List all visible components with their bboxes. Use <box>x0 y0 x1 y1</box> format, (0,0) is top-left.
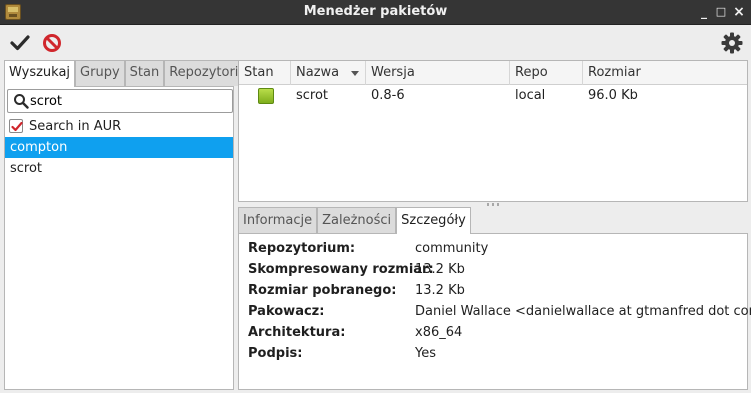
search-in-aur-option[interactable]: Search in AUR <box>9 117 121 135</box>
search-panel: Wyszukaj Grupy Stan Repozytoria Search i… <box>4 60 252 390</box>
detail-label: Skompresowany rozmiar: <box>248 262 434 277</box>
tab-search[interactable]: Wyszukaj <box>4 60 76 87</box>
cell-repo: local <box>515 88 546 103</box>
column-header-name[interactable]: Nazwa <box>291 61 366 85</box>
detail-value: 13.2 Kb <box>415 262 465 277</box>
list-item[interactable]: scrot <box>5 158 233 179</box>
column-header-repo[interactable]: Repo <box>510 61 583 85</box>
gear-icon <box>721 32 743 54</box>
cell-size: 96.0 Kb <box>588 88 638 103</box>
search-input[interactable] <box>30 92 228 110</box>
search-icon <box>14 94 29 109</box>
packages-table: Stan Nazwa Wersja Repo Rozmiar scrot 0.8… <box>238 60 748 202</box>
main-panel: Stan Nazwa Wersja Repo Rozmiar scrot 0.8… <box>238 60 751 390</box>
detail-value: x86_64 <box>415 325 463 340</box>
column-header-version[interactable]: Wersja <box>366 61 510 85</box>
cancel-icon <box>43 34 61 52</box>
tab-information[interactable]: Informacje <box>238 207 318 233</box>
detail-value: 13.2 Kb <box>415 283 465 298</box>
sort-descending-icon <box>351 71 359 76</box>
close-button[interactable]: × <box>731 4 747 20</box>
detail-label: Pakowacz: <box>248 304 325 319</box>
search-in-aur-label: Search in AUR <box>29 118 122 134</box>
minimize-button[interactable]: _ <box>696 4 712 20</box>
toolbar <box>0 26 751 60</box>
column-header-state[interactable]: Stan <box>239 61 291 85</box>
pane-splitter-handle[interactable] <box>486 203 500 207</box>
window-title: Menedżer pakietów <box>303 4 448 19</box>
table-row[interactable]: scrot 0.8-6 local 96.0 Kb <box>239 85 747 107</box>
tab-details[interactable]: Szczegóły <box>396 207 471 234</box>
detail-value: Yes <box>415 346 436 361</box>
detail-label: Architektura: <box>248 325 346 340</box>
check-icon <box>10 35 30 51</box>
details-tabs: Informacje Zależności Szczegóły <box>238 207 471 234</box>
detail-value: community <box>415 241 489 256</box>
search-in-aur-checkbox[interactable] <box>9 119 23 133</box>
installed-state-icon <box>258 88 274 104</box>
title-bar: Menedżer pakietów _ □ × <box>0 0 751 25</box>
list-item[interactable]: compton <box>5 137 233 158</box>
detail-label: Rozmiar pobranego: <box>248 283 397 298</box>
search-field[interactable] <box>7 89 233 113</box>
settings-button[interactable] <box>721 32 743 54</box>
left-tabs: Wyszukaj Grupy Stan Repozytoria <box>4 60 252 87</box>
table-header: Stan Nazwa Wersja Repo Rozmiar <box>239 61 747 85</box>
apply-button[interactable] <box>8 31 32 55</box>
search-tab-content: Search in AUR compton scrot <box>4 86 234 390</box>
cell-version: 0.8-6 <box>371 88 405 103</box>
cancel-button[interactable] <box>40 31 64 55</box>
detail-label: Repozytorium: <box>248 241 356 256</box>
check-mark-icon <box>11 121 23 132</box>
detail-value: Daniel Wallace <danielwallace at gtmanfr… <box>415 304 751 319</box>
details-content: Repozytorium: community Skompresowany ro… <box>238 233 751 390</box>
cell-name: scrot <box>296 88 329 103</box>
detail-label: Podpis: <box>248 346 303 361</box>
column-header-size[interactable]: Rozmiar <box>583 61 747 85</box>
tab-state[interactable]: Stan <box>124 60 165 86</box>
column-header-name-label: Nazwa <box>296 65 340 80</box>
tab-groups[interactable]: Grupy <box>75 60 125 86</box>
search-results-list: compton scrot <box>5 137 233 179</box>
maximize-button[interactable]: □ <box>713 4 729 20</box>
tab-dependencies[interactable]: Zależności <box>317 207 397 233</box>
